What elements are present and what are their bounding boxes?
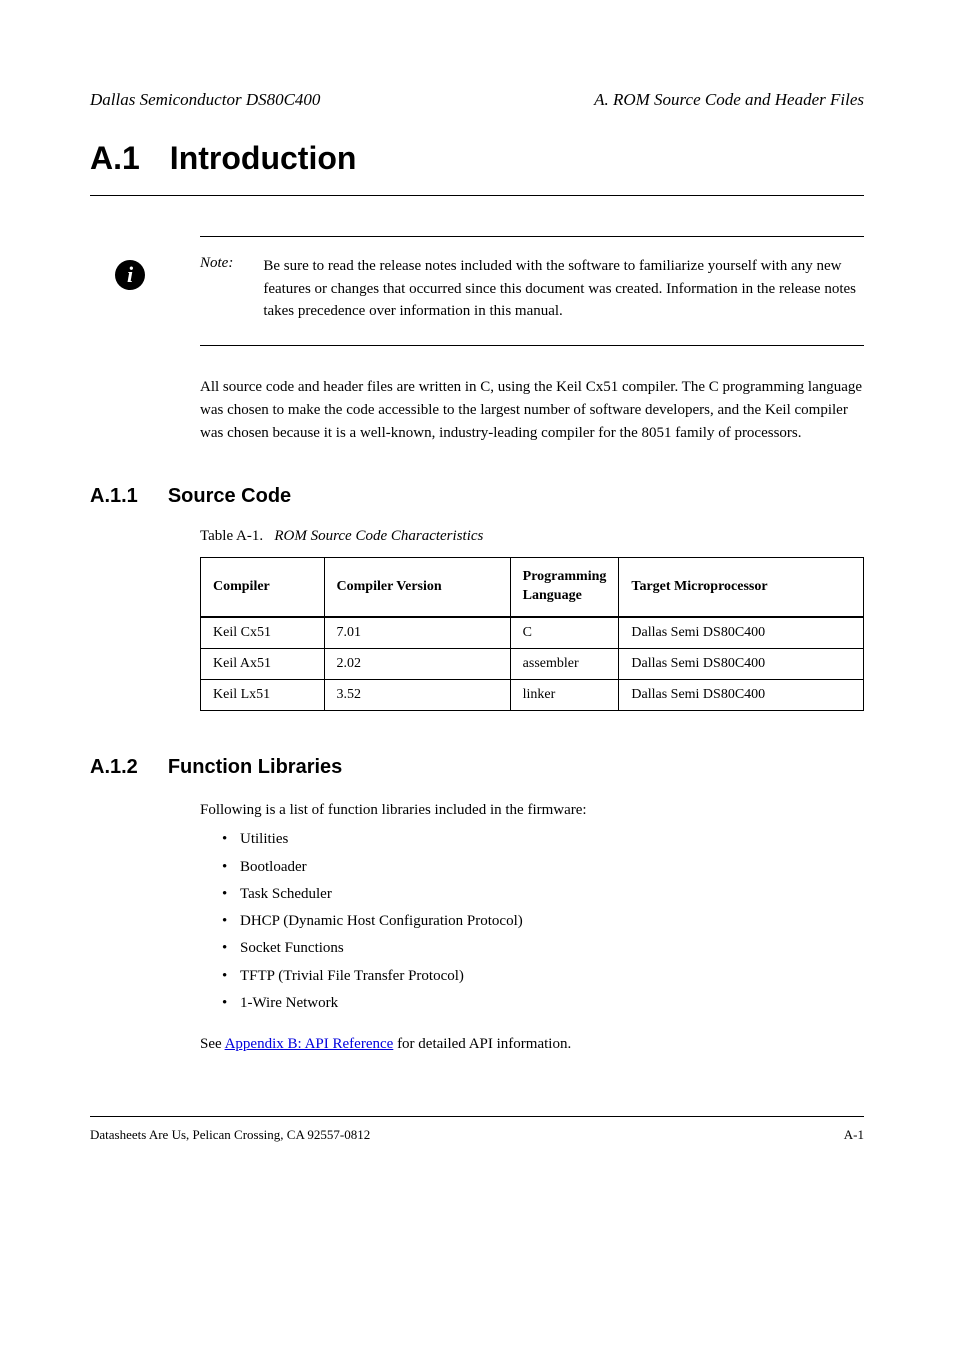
table-row: Keil Cx51 7.01 C Dallas Semi DS80C400 (201, 617, 864, 649)
subsection-title-2: Function Libraries (168, 756, 342, 779)
see-also-line: See Appendix B: API Reference for detail… (200, 1033, 864, 1056)
th-language: Programming Language (510, 558, 619, 617)
header-product: Dallas Semiconductor DS80C400 (90, 90, 320, 110)
see-suffix: for detailed API information. (393, 1036, 571, 1052)
page-footer: Datasheets Are Us, Pelican Crossing, CA … (90, 1116, 864, 1143)
table-header-row: Compiler Compiler Version Programming La… (201, 558, 864, 617)
note-label: Note: (200, 255, 233, 323)
source-code-table: Compiler Compiler Version Programming La… (200, 557, 864, 711)
subsection-heading: A.1.1 Source Code (90, 485, 864, 508)
td-compiler: Keil Cx51 (201, 617, 325, 649)
td-language: C (510, 617, 619, 649)
list-item: Task Scheduler (222, 883, 864, 906)
td-compiler-version: 7.01 (324, 617, 510, 649)
td-compiler-version: 2.02 (324, 649, 510, 680)
subsection-heading-2: A.1.2 Function Libraries (90, 756, 864, 779)
list-item: Bootloader (222, 856, 864, 879)
list-item: 1-Wire Network (222, 992, 864, 1015)
section-number: A.1 (90, 140, 140, 177)
td-target: Dallas Semi DS80C400 (619, 680, 864, 711)
info-icon: i (115, 260, 145, 290)
note-text: Be sure to read the release notes includ… (263, 255, 864, 323)
section-title: Introduction (170, 140, 357, 177)
th-target: Target Microprocessor (619, 558, 864, 617)
footer-address: Datasheets Are Us, Pelican Crossing, CA … (90, 1127, 370, 1143)
section-rule (90, 195, 864, 196)
appendix-b-link[interactable]: Appendix B: API Reference (225, 1036, 394, 1052)
table-row: Keil Ax51 2.02 assembler Dallas Semi DS8… (201, 649, 864, 680)
td-target: Dallas Semi DS80C400 (619, 617, 864, 649)
header-section-ref: A. ROM Source Code and Header Files (594, 90, 864, 110)
td-target: Dallas Semi DS80C400 (619, 649, 864, 680)
td-language: assembler (510, 649, 619, 680)
subsection-number-2: A.1.2 (90, 756, 138, 779)
table-row: Keil Lx51 3.52 linker Dallas Semi DS80C4… (201, 680, 864, 711)
info-icon-glyph: i (127, 264, 133, 286)
intro-paragraph: All source code and header files are wri… (200, 376, 864, 446)
td-compiler: Keil Lx51 (201, 680, 325, 711)
table-caption: Table A-1. ROM Source Code Characteristi… (200, 528, 864, 545)
list-item: Utilities (222, 828, 864, 851)
page-header: Dallas Semiconductor DS80C400 A. ROM Sou… (90, 90, 864, 110)
note-block: i Note: Be sure to read the release note… (200, 236, 864, 346)
td-language: linker (510, 680, 619, 711)
table-caption-label: Table A-1. (200, 528, 263, 544)
section-heading: A.1 Introduction (90, 140, 864, 187)
function-libraries-list: Following is a list of function librarie… (200, 799, 864, 1015)
table-caption-title: ROM Source Code Characteristics (274, 528, 483, 544)
see-prefix: See (200, 1036, 225, 1052)
th-compiler: Compiler (201, 558, 325, 617)
td-compiler: Keil Ax51 (201, 649, 325, 680)
td-compiler-version: 3.52 (324, 680, 510, 711)
subsection-title: Source Code (168, 485, 291, 508)
page-number: A-1 (844, 1127, 864, 1143)
list-item: TFTP (Trivial File Transfer Protocol) (222, 965, 864, 988)
list-item: Socket Functions (222, 937, 864, 960)
list-item: DHCP (Dynamic Host Configuration Protoco… (222, 910, 864, 933)
libs-intro: Following is a list of function librarie… (200, 799, 864, 822)
th-compiler-version: Compiler Version (324, 558, 510, 617)
subsection-number: A.1.1 (90, 485, 138, 508)
